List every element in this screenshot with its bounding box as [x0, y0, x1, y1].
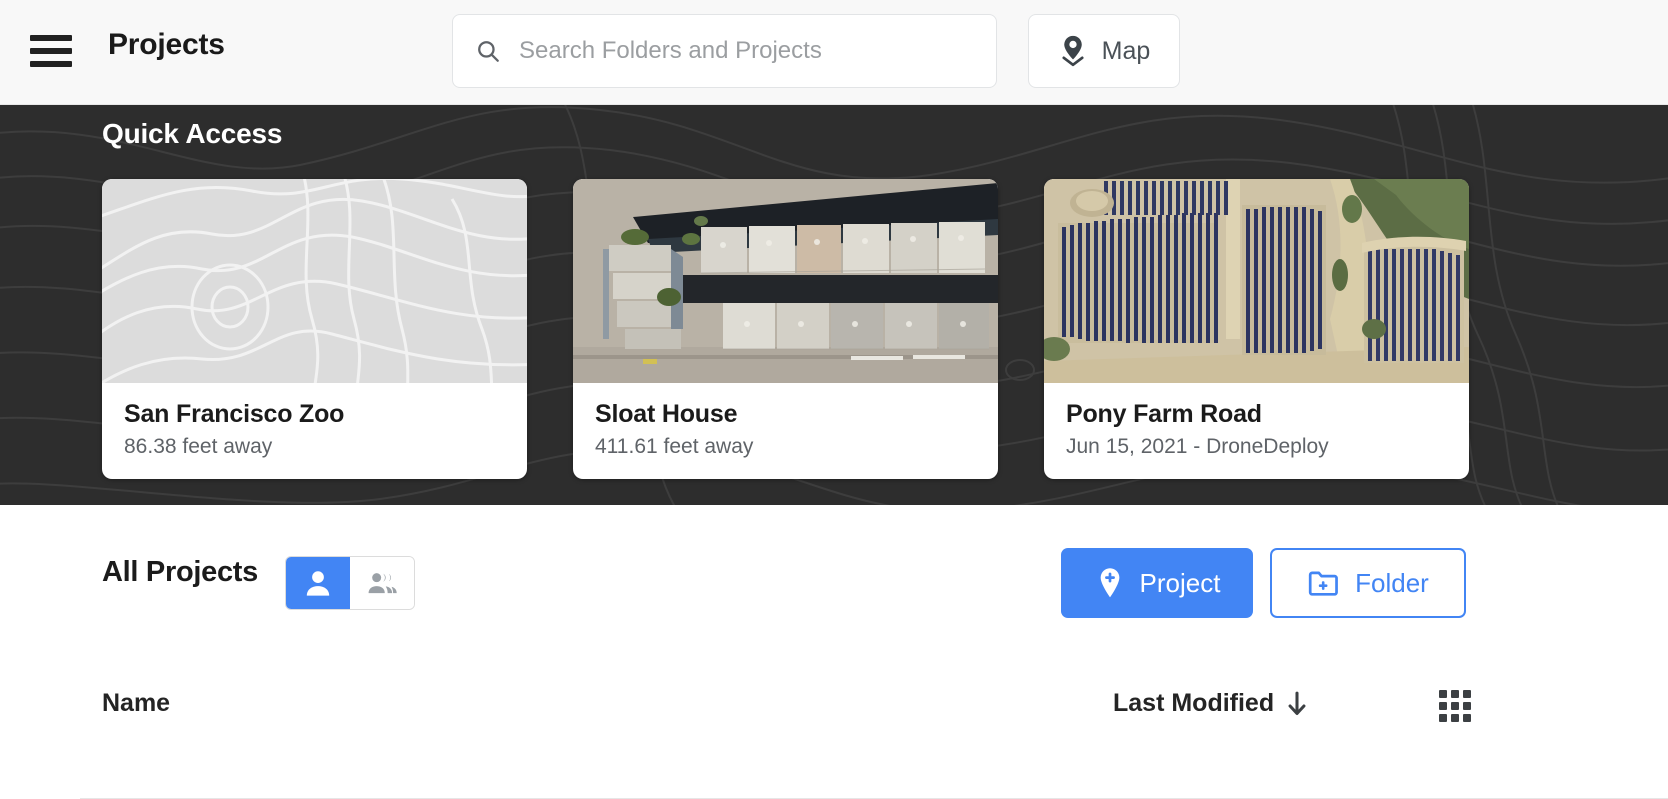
card-title: Sloat House	[595, 400, 738, 428]
column-header-last-modified-label: Last Modified	[1113, 689, 1275, 717]
new-folder-button[interactable]: Folder	[1270, 548, 1466, 618]
aerial-rooftops-image	[573, 179, 998, 383]
card-body: Sloat House 411.61 feet away	[573, 383, 998, 479]
card-title: San Francisco Zoo	[124, 400, 345, 428]
new-project-button[interactable]: Project	[1061, 548, 1253, 618]
quick-access-card[interactable]: Sloat House 411.61 feet away	[573, 179, 998, 480]
new-folder-label: Folder	[1355, 567, 1429, 598]
column-header-name[interactable]: Name	[102, 689, 170, 718]
quick-access-section: Quick Access San Francisco Zoo 86.38 fee…	[0, 105, 1668, 505]
toggle-shared-projects[interactable]	[350, 557, 414, 609]
card-thumbnail	[573, 179, 998, 383]
card-subtitle: Jun 15, 2021 - DroneDeploy	[1066, 435, 1329, 458]
grid-view-icon	[1439, 690, 1471, 722]
hamburger-bar	[30, 35, 72, 41]
map-pin-icon	[1062, 35, 1084, 67]
projects-table-header: Name Last Modified	[0, 665, 1668, 799]
card-body: San Francisco Zoo 86.38 feet away	[102, 383, 527, 479]
arrow-down-icon	[1288, 691, 1306, 715]
toggle-my-projects[interactable]	[286, 557, 350, 609]
add-location-pin-icon	[1100, 568, 1119, 598]
card-subtitle: 411.61 feet away	[595, 435, 754, 458]
card-title: Pony Farm Road	[1066, 400, 1262, 428]
card-thumbnail	[1044, 179, 1469, 383]
search-bar[interactable]	[452, 14, 997, 88]
all-projects-heading: All Projects	[102, 556, 258, 588]
card-thumbnail	[102, 179, 527, 383]
search-icon	[478, 41, 499, 62]
hamburger-bar	[30, 61, 72, 67]
quick-access-card-list: San Francisco Zoo 86.38 feet away Sloat …	[102, 179, 1469, 480]
column-header-last-modified[interactable]: Last Modified	[1113, 689, 1308, 718]
people-group-icon	[368, 573, 397, 594]
hamburger-menu-icon[interactable]	[30, 32, 72, 70]
quick-access-card[interactable]: Pony Farm Road Jun 15, 2021 - DroneDeplo…	[1044, 179, 1469, 480]
new-project-label: Project	[1139, 567, 1221, 598]
map-button-label: Map	[1101, 36, 1151, 65]
page-title: Projects	[108, 28, 225, 61]
top-bar: Projects Map	[0, 0, 1668, 105]
topo-placeholder-icon	[102, 179, 527, 383]
quick-access-heading: Quick Access	[102, 118, 283, 149]
quick-access-card[interactable]: San Francisco Zoo 86.38 feet away	[102, 179, 527, 480]
card-subtitle: 86.38 feet away	[124, 435, 273, 458]
map-button[interactable]: Map	[1028, 14, 1180, 88]
aerial-solar-farm-image	[1044, 179, 1469, 383]
search-input[interactable]	[519, 37, 974, 65]
card-body: Pony Farm Road Jun 15, 2021 - DroneDeplo…	[1044, 383, 1469, 479]
grid-view-toggle[interactable]	[1439, 690, 1471, 722]
hamburger-bar	[30, 48, 72, 54]
owner-view-toggle[interactable]	[285, 556, 415, 610]
person-icon	[306, 571, 330, 596]
add-folder-icon	[1308, 571, 1339, 596]
all-projects-toolbar: All Projects Project Folder	[0, 505, 1668, 665]
